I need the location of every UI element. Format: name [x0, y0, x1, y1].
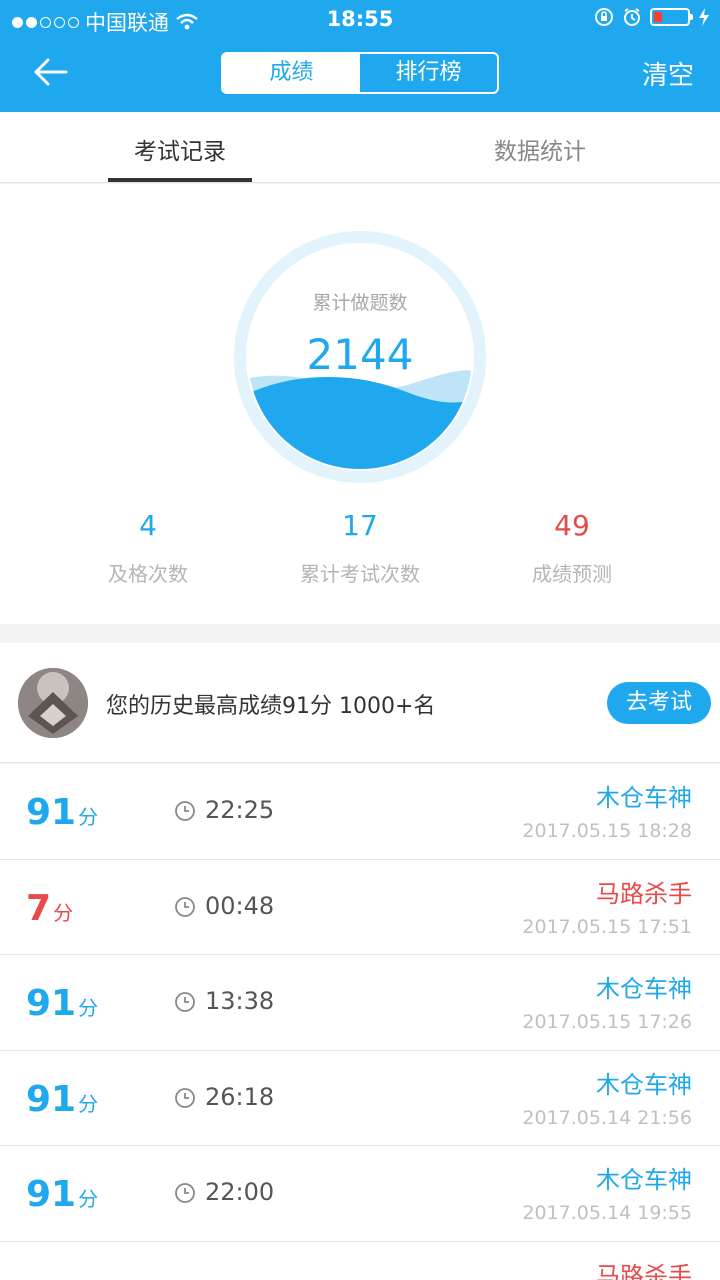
record-duration: 22:25 [205, 796, 275, 824]
record-title: 木仓车神 [596, 784, 692, 812]
stats-panel: 累计做题数 2144 4 及格次数 17 累计考试次数 49 成绩预测 [0, 184, 720, 624]
record-date: 2017.05.15 17:51 [522, 915, 692, 938]
list-item[interactable]: 91 分 13:38 木仓车神 2017.05.15 17:26 [0, 955, 720, 1051]
avatar [18, 668, 88, 738]
segment-score[interactable]: 成绩 [223, 54, 360, 92]
stat-label: 成绩预测 [532, 562, 612, 586]
list-item[interactable]: 91 分 22:25 木仓车神 2017.05.15 18:28 [0, 764, 720, 860]
clock-icon [175, 896, 195, 917]
tab-data-stats[interactable]: 数据统计 [468, 132, 612, 166]
stat-value: 17 [342, 509, 378, 542]
stat-label: 累计考试次数 [300, 562, 420, 586]
back-arrow-icon[interactable] [30, 52, 70, 92]
best-score-text: 您的历史最高成绩91分 1000+名 [106, 694, 436, 719]
record-score: 91 分 [26, 1078, 99, 1120]
record-duration: 26:18 [205, 1082, 275, 1111]
stat-pass-count: 4 及格次数 [28, 509, 268, 587]
status-icons [594, 7, 710, 27]
clock-icon [175, 1183, 195, 1203]
list-item[interactable]: 马路杀手 [0, 1241, 720, 1280]
record-duration: 22:00 [205, 1178, 275, 1206]
best-score-row: 您的历史最高成绩91分 1000+名 去考试 [0, 643, 720, 763]
clock-icon [175, 992, 195, 1012]
stat-value: 4 [139, 509, 157, 542]
charging-icon [699, 8, 709, 26]
record-score: 91 分 [26, 983, 99, 1024]
total-questions-value: 2144 [306, 330, 414, 379]
record-date: 2017.05.15 18:28 [522, 820, 692, 842]
list-item[interactable]: 91 分 26:18 木仓车神 2017.05.14 21:56 [0, 1050, 720, 1146]
list-item[interactable]: 91 分 22:00 木仓车神 2017.05.14 19:55 [0, 1146, 720, 1242]
record-title: 马路杀手 [596, 1261, 692, 1280]
tab-exam-records[interactable]: 考试记录 [108, 132, 252, 166]
tab-indicator [108, 178, 252, 182]
record-score: 7分 [26, 887, 74, 929]
rotation-lock-icon [595, 8, 613, 26]
segment-ranking[interactable]: 排行榜 [360, 54, 497, 92]
record-score: 91 分 [26, 1174, 99, 1215]
take-exam-button[interactable]: 去考试 [607, 682, 711, 724]
clock-icon [175, 1087, 195, 1108]
status-bar: 中国联通 18:55 [0, 0, 720, 38]
record-title: 马路杀手 [596, 879, 692, 908]
total-questions-label: 累计做题数 [312, 292, 408, 314]
record-title: 木仓车神 [596, 975, 692, 1003]
clear-button[interactable]: 清空 [642, 55, 694, 92]
record-title: 木仓车神 [596, 1070, 692, 1099]
segmented-control: 成绩 排行榜 [221, 52, 499, 94]
stat-exam-count: 17 累计考试次数 [240, 509, 480, 587]
clock-icon [175, 801, 195, 821]
battery-icon [650, 8, 693, 26]
record-date: 2017.05.15 17:26 [522, 1011, 692, 1033]
record-date: 2017.05.14 19:55 [522, 1202, 692, 1224]
record-title: 木仓车神 [596, 1166, 692, 1194]
top-bar: 中国联通 18:55 成绩 排行榜 清空 [0, 0, 720, 112]
list-item[interactable]: 7分 00:48 马路杀手 2017.05.15 17:51 [0, 859, 720, 955]
tab-bar: 考试记录 数据统计 [0, 112, 720, 183]
alarm-icon [624, 8, 640, 26]
record-score: 91 分 [26, 792, 99, 833]
stat-score-prediction: 49 成绩预测 [452, 509, 692, 587]
exam-record-list: 91 分 22:25 木仓车神 2017.05.15 18:28 7分 00:48… [0, 764, 720, 1280]
stat-label: 及格次数 [108, 562, 188, 586]
record-duration: 00:48 [205, 891, 275, 920]
stat-value: 49 [554, 509, 590, 542]
record-duration: 13:38 [205, 987, 275, 1015]
record-date: 2017.05.14 21:56 [522, 1106, 692, 1129]
